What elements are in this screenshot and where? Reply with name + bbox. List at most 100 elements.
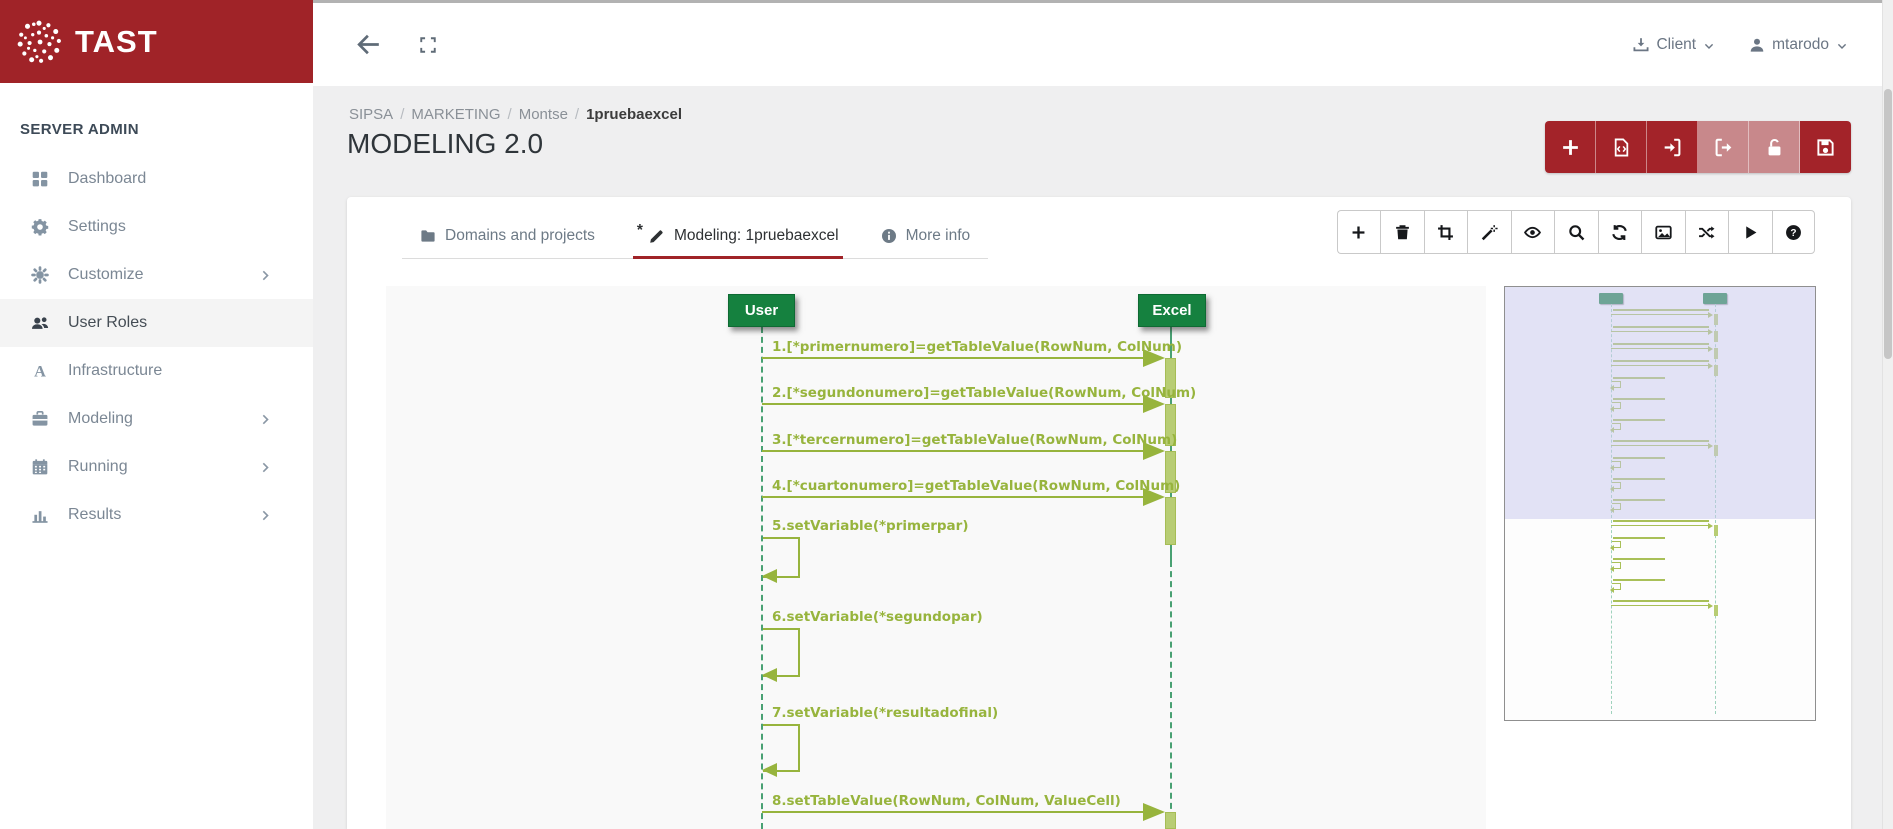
action-export-code-button[interactable]	[1596, 121, 1647, 173]
tab-modeling[interactable]: *Modeling: 1pruebaexcel	[633, 217, 843, 258]
bar-chart-icon	[31, 506, 49, 524]
calendar-icon	[31, 458, 49, 476]
save-icon	[1816, 138, 1835, 157]
diagram-toolbar: ?	[1337, 210, 1816, 254]
toolbar-export-image-button[interactable]	[1641, 210, 1685, 254]
sequence-diagram-canvas[interactable]: User Excel 1.[*primernumero]=getTableValue…	[386, 286, 1486, 829]
action-add-button[interactable]	[1545, 121, 1596, 173]
action-save-button[interactable]	[1800, 121, 1851, 173]
fullscreen-icon[interactable]	[419, 36, 437, 54]
diagram-minimap[interactable]	[1504, 286, 1816, 721]
action-button-group	[1545, 121, 1851, 173]
sidebar-item-modeling[interactable]: Modeling	[0, 395, 313, 443]
client-dropdown[interactable]: Client	[1633, 36, 1715, 54]
action-import-button[interactable]	[1647, 121, 1698, 173]
crop-icon	[1437, 224, 1454, 241]
minimap-viewport-overlay[interactable]	[1505, 287, 1815, 519]
plus-icon	[1350, 224, 1367, 241]
file-code-icon	[1612, 138, 1631, 157]
minimap-arrowhead	[1708, 603, 1713, 609]
eye-icon	[1524, 224, 1541, 241]
message-5-label[interactable]: 5.setVariable(*primerpar)	[772, 518, 969, 534]
font-a-icon: A	[31, 362, 49, 380]
tab-label: Domains and projects	[445, 227, 595, 245]
minimap-message-text	[1613, 520, 1709, 522]
brand-sphere-icon	[16, 19, 62, 65]
message-8-line	[762, 811, 1143, 813]
message-4-label[interactable]: 4.[*cuartonumero]=getTableValue(RowNum, …	[772, 478, 1180, 494]
sidebar-item-label: Settings	[68, 218, 126, 236]
user-icon	[1749, 37, 1765, 53]
shuffle-icon	[1698, 224, 1715, 241]
chevron-right-icon	[259, 461, 272, 474]
toolbar-run-button[interactable]	[1728, 210, 1772, 254]
sign-out-icon	[1714, 138, 1733, 157]
svg-text:A: A	[34, 362, 46, 380]
wand-icon	[1481, 224, 1498, 241]
message-7-arrowhead	[762, 763, 777, 777]
toolbar-add-button[interactable]	[1337, 210, 1381, 254]
action-export-button[interactable]	[1698, 121, 1749, 173]
toolbar-wand-button[interactable]	[1467, 210, 1511, 254]
back-icon[interactable]	[356, 32, 381, 57]
toolbar-rearrange-button[interactable]	[1685, 210, 1729, 254]
sidebar-item-customize[interactable]: Customize	[0, 251, 313, 299]
sidebar-nav: Dashboard Settings Customize User RolesAInf…	[0, 155, 313, 539]
tab-more-info[interactable]: More info	[877, 217, 975, 258]
sidebar-item-label: Dashboard	[68, 170, 146, 188]
breadcrumb-link-marketing[interactable]: MARKETING	[411, 106, 500, 123]
question-icon: ?	[1785, 224, 1802, 241]
scrollbar-thumb[interactable]	[1884, 89, 1892, 359]
breadcrumb-separator: /	[575, 106, 579, 123]
tab-label: Modeling: 1pruebaexcel	[674, 227, 839, 245]
message-2-label[interactable]: 2.[*segundonumero]=getTableValue(RowNum,…	[772, 385, 1196, 401]
lifeline-excel	[1170, 561, 1172, 829]
toolbar-help-button[interactable]: ?	[1772, 210, 1816, 254]
sidebar-item-dashboard[interactable]: Dashboard	[0, 155, 313, 203]
minimap-message-line	[1611, 525, 1709, 526]
toolbar-crop-button[interactable]	[1424, 210, 1468, 254]
breadcrumb-link-sipsa[interactable]: SIPSA	[349, 106, 393, 123]
page-title: MODELING 2.0	[347, 128, 543, 160]
minimap-message-text	[1613, 537, 1665, 539]
toolbar-preview-button[interactable]	[1511, 210, 1555, 254]
sidebar: TAST SERVER ADMIN DashboardSettingsCusto…	[0, 0, 313, 829]
sidebar-item-results[interactable]: Results	[0, 491, 313, 539]
sidebar-item-infrastructure[interactable]: AInfrastructure	[0, 347, 313, 395]
breadcrumb-link-montse[interactable]: Montse	[519, 106, 568, 123]
sidebar-item-settings[interactable]: Settings	[0, 203, 313, 251]
chevron-down-icon	[1836, 40, 1848, 52]
sidebar-item-running[interactable]: Running	[0, 443, 313, 491]
message-7-label[interactable]: 7.setVariable(*resultadofinal)	[772, 705, 998, 721]
action-unlock-button[interactable]	[1749, 121, 1800, 173]
message-1-arrowhead	[1143, 349, 1165, 367]
user-dropdown[interactable]: mtarodo	[1749, 36, 1848, 54]
gear-icon	[31, 218, 49, 236]
message-6-label[interactable]: 6.setVariable(*segundopar)	[772, 609, 983, 625]
sidebar-item-label: Customize	[68, 266, 144, 284]
message-4-line	[762, 496, 1143, 498]
toolbar-refresh-button[interactable]	[1598, 210, 1642, 254]
cog-icon	[31, 266, 49, 284]
svg-text:?: ?	[1790, 228, 1796, 239]
minimap-activation	[1714, 525, 1718, 536]
sidebar-item-label: Running	[68, 458, 128, 476]
toolbar-delete-button[interactable]	[1380, 210, 1424, 254]
brand-logo[interactable]: TAST	[0, 0, 313, 83]
tab-domains[interactable]: Domains and projects	[416, 217, 599, 258]
sidebar-item-user-roles[interactable]: User Roles	[0, 299, 313, 347]
actor-user[interactable]: User	[728, 294, 795, 327]
toolbar-zoom-button[interactable]	[1554, 210, 1598, 254]
tab-label: More info	[906, 227, 971, 245]
message-8-label[interactable]: 8.setTableValue(RowNum, ColNum, ValueCel…	[772, 793, 1121, 809]
users-icon	[31, 314, 49, 332]
unlock-icon	[1765, 138, 1784, 157]
minimap-message-text	[1613, 579, 1665, 581]
brand-name: TAST	[75, 24, 158, 60]
message-1-label[interactable]: 1.[*primernumero]=getTableValue(RowNum, …	[772, 339, 1182, 355]
folder-icon	[420, 228, 436, 244]
message-3-label[interactable]: 3.[*tercernumero]=getTableValue(RowNum, …	[772, 432, 1177, 448]
content-card: Domains and projects *Modeling: 1pruebaex…	[347, 197, 1851, 829]
breadcrumb-separator: /	[508, 106, 512, 123]
actor-excel[interactable]: Excel	[1138, 294, 1206, 327]
